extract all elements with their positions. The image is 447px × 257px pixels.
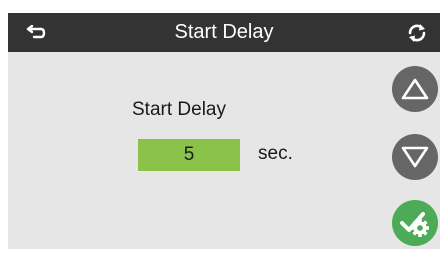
increase-button[interactable] [392,66,438,112]
unit-label: sec. [258,143,293,164]
refresh-button[interactable] [400,13,434,52]
confirm-button[interactable] [392,200,438,246]
triangle-up-icon [401,78,429,100]
value-field[interactable]: 5 [138,139,240,171]
check-gear-icon [400,212,429,237]
triangle-down-icon [401,146,429,168]
setting-label: Start Delay [132,99,226,120]
header-bar: Start Delay [8,13,440,52]
decrease-button[interactable] [392,134,438,180]
refresh-icon [408,23,426,42]
start-delay-screen: Start Delay Start Delay 5 sec. [0,0,447,257]
page-title: Start Delay [174,21,274,43]
